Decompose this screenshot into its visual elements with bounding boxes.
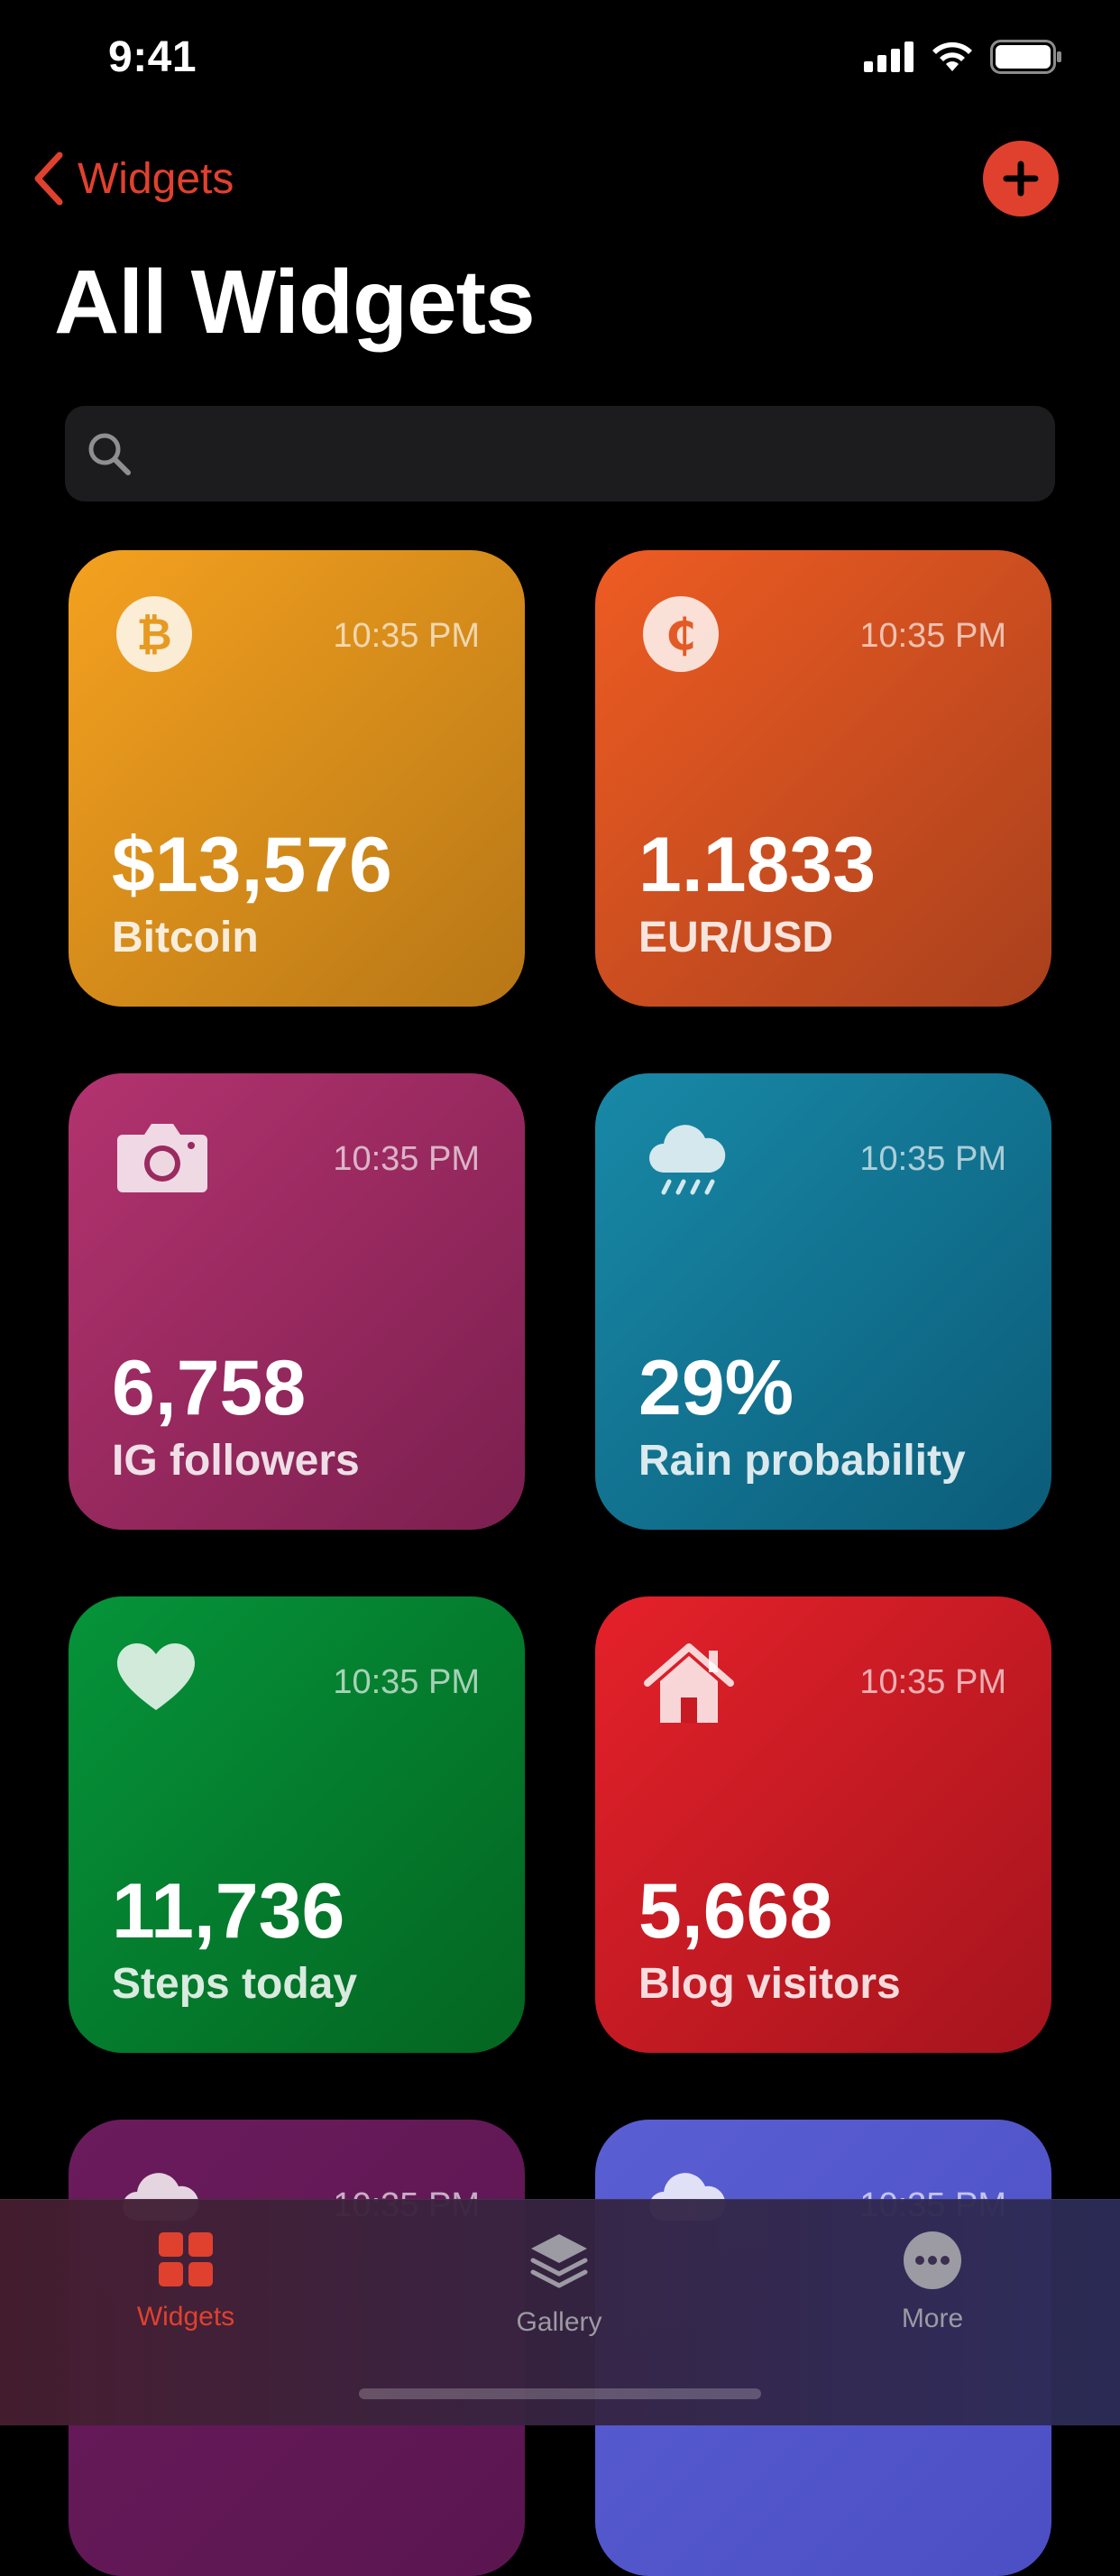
layers-icon xyxy=(530,2234,588,2288)
svg-text:₵: ₵ xyxy=(666,610,695,660)
widget-value: $13,576 xyxy=(112,822,392,908)
camera-icon xyxy=(117,1124,207,1192)
widget-card-ig-followers[interactable]: 10:35 PM 6,758 IG followers xyxy=(69,1073,525,1530)
widget-label: Rain probability xyxy=(638,1437,966,1485)
tab-label: Gallery xyxy=(516,2307,602,2337)
widget-value: 1.1833 xyxy=(638,822,877,908)
plus-icon xyxy=(1003,161,1039,197)
ellipsis-circle-icon xyxy=(904,2231,961,2289)
status-bar: 9:41 xyxy=(0,0,1120,119)
widget-card-blog-visitors[interactable]: 10:35 PM 5,668 Blog visitors xyxy=(595,1596,1051,2053)
widget-time: 10:35 PM xyxy=(333,1663,480,1701)
heart-icon xyxy=(117,1643,195,1710)
battery-icon xyxy=(990,40,1061,74)
tab-gallery[interactable]: Gallery xyxy=(460,2231,658,2338)
svg-text:₿: ₿ xyxy=(136,610,171,660)
widget-value: 11,736 xyxy=(112,1868,345,1955)
status-icons xyxy=(864,40,1062,74)
tab-label: More xyxy=(901,2304,964,2333)
widget-card-steps-today[interactable]: 10:35 PM 11,736 Steps today xyxy=(69,1596,525,2053)
widget-label: IG followers xyxy=(112,1437,360,1485)
tab-more[interactable]: More xyxy=(833,2231,1032,2334)
page-title: All Widgets xyxy=(54,252,536,353)
search-field[interactable] xyxy=(65,406,1055,501)
wifi-icon xyxy=(932,41,972,71)
widget-card-rain-probability[interactable]: 10:35 PM 29% Rain probability xyxy=(595,1073,1051,1530)
home-indicator[interactable] xyxy=(359,2388,761,2399)
back-button[interactable]: Widgets xyxy=(32,152,234,206)
widget-label: Steps today xyxy=(112,1960,358,2008)
widget-card-eur-usd[interactable]: ₵ 10:35 PM 1.1833 EUR/USD xyxy=(595,550,1051,1007)
widget-value: 6,758 xyxy=(112,1345,307,1431)
bitcoin-icon: ₿ xyxy=(116,596,192,672)
widget-time: 10:35 PM xyxy=(333,617,480,655)
widget-time: 10:35 PM xyxy=(333,1140,480,1178)
widget-value: 5,668 xyxy=(638,1868,833,1955)
widget-value: 29% xyxy=(638,1345,794,1431)
house-icon xyxy=(644,1643,734,1723)
grid-icon xyxy=(159,2232,213,2286)
chevron-left-icon xyxy=(34,152,63,206)
widget-label: EUR/USD xyxy=(638,914,834,961)
signal-icon xyxy=(864,41,913,72)
widget-label: Blog visitors xyxy=(638,1960,901,2008)
cedi-icon: ₵ xyxy=(643,596,719,672)
widget-card-bitcoin[interactable]: ₿ 10:35 PM $13,576 Bitcoin xyxy=(69,550,525,1007)
status-time: 9:41 xyxy=(108,33,197,81)
tab-widgets[interactable]: Widgets xyxy=(87,2231,285,2332)
widget-time: 10:35 PM xyxy=(859,1663,1006,1701)
back-label: Widgets xyxy=(78,154,234,203)
widget-time: 10:35 PM xyxy=(859,1140,1006,1178)
search-icon xyxy=(88,433,131,475)
widget-label: Bitcoin xyxy=(112,914,259,961)
navigation-bar: Widgets xyxy=(0,135,1120,225)
tab-label: Widgets xyxy=(136,2302,235,2332)
add-button[interactable] xyxy=(983,141,1059,216)
cloud-rain-icon xyxy=(649,1125,726,1195)
widget-time: 10:35 PM xyxy=(859,617,1006,655)
